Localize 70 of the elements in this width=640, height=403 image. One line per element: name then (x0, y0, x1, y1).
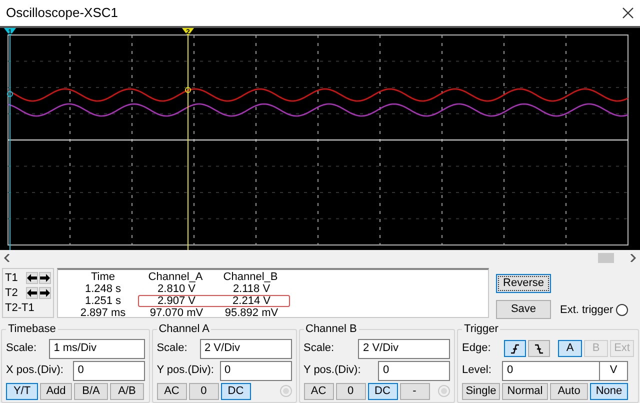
group-title: Channel A (158, 322, 210, 337)
arrow-button[interactable] (26, 272, 38, 284)
table-cell-text: 2.214 V (232, 294, 272, 308)
action-button[interactable]: Save (496, 300, 551, 319)
toggle-button[interactable]: 0 (188, 382, 219, 400)
table-cell-text: 2.118 V (232, 282, 272, 296)
table-cell-text: 1.251 s (84, 294, 122, 308)
toggle-button[interactable]: A (558, 340, 582, 357)
marker-icon (7, 91, 13, 97)
toggle-button[interactable]: AC (304, 382, 334, 400)
field-label: Y pos.(Div): (156, 363, 214, 378)
scroll-thumb[interactable] (598, 253, 614, 263)
cursor-label: T2 (5, 286, 18, 301)
cursor-label: T1 (5, 270, 18, 286)
toggle-button[interactable]: 0 (336, 382, 366, 400)
table-cell-text: 97.070 mV (148, 306, 204, 321)
toggle-button[interactable]: DC (368, 382, 398, 400)
field-label: Scale: (304, 341, 334, 356)
column-header: Channel_A (147, 270, 204, 284)
arrow-button[interactable] (26, 287, 38, 299)
marker-icon (185, 87, 191, 93)
column-header: Channel_B (222, 270, 279, 284)
edge-button[interactable] (528, 340, 550, 357)
group-title: Timebase (7, 322, 57, 337)
toggle-button[interactable]: Single (462, 382, 500, 400)
table-cell-text: 1.248 s (84, 282, 122, 296)
toggle-button[interactable]: Y/T (6, 382, 38, 400)
table-cell-text: 95.892 mV (224, 306, 280, 321)
table-cell-text: 2.907 V (156, 294, 196, 308)
input-field[interactable]: 0 (502, 360, 600, 380)
input-field[interactable]: 2 V/Div (200, 338, 292, 358)
field-label: Level: (462, 363, 492, 378)
ext-trigger-label: Ext. trigger (560, 302, 614, 318)
edge-button[interactable] (504, 340, 526, 357)
field-label: X pos.(Div): (6, 363, 64, 378)
toggle-button[interactable]: Auto (550, 382, 588, 400)
cursor-label: T2-T1 (5, 300, 34, 316)
field-label: Scale: (6, 341, 37, 356)
arrow-button[interactable] (39, 272, 51, 284)
group-title: Channel B (304, 322, 358, 337)
input-field[interactable]: 2 V/Div (358, 338, 450, 358)
unit-field[interactable]: V (600, 360, 628, 380)
radio-button[interactable] (616, 304, 628, 316)
column-header: Time (90, 270, 116, 284)
toggle-button[interactable]: B/A (74, 382, 108, 400)
arrow-button[interactable] (39, 287, 51, 299)
toggle-button[interactable]: Add (40, 382, 72, 400)
input-field[interactable]: 0 (378, 360, 450, 380)
toggle-button[interactable]: DC (220, 382, 251, 400)
close-icon[interactable] (622, 7, 634, 19)
toggle-button[interactable]: A/B (110, 382, 144, 400)
field-label: Y pos.(Div): (304, 363, 361, 378)
action-button[interactable]: Reverse (496, 274, 551, 293)
toggle-button[interactable]: None (590, 382, 628, 400)
rising-edge-icon (510, 344, 520, 354)
scroll-right-icon[interactable] (630, 254, 636, 262)
table-cell-text: 2.810 V (156, 282, 196, 296)
table-cell-text: 2.897 ms (79, 306, 127, 321)
field-label: Scale: (156, 341, 188, 356)
input-field[interactable]: 0 (220, 360, 292, 380)
input-field[interactable]: 1 ms/Div (48, 338, 145, 358)
toggle-button[interactable]: AC (156, 382, 187, 400)
toggle-button[interactable]: - (400, 382, 430, 400)
group-title: Trigger (463, 322, 500, 337)
window-title: Oscilloscope-XSC1 (6, 4, 118, 22)
input-field[interactable]: 0 (72, 360, 145, 380)
falling-edge-icon (534, 344, 544, 354)
field-label: Edge: (462, 341, 492, 356)
scroll-left-icon[interactable] (4, 254, 10, 262)
toggle-button[interactable]: Normal (502, 382, 548, 400)
